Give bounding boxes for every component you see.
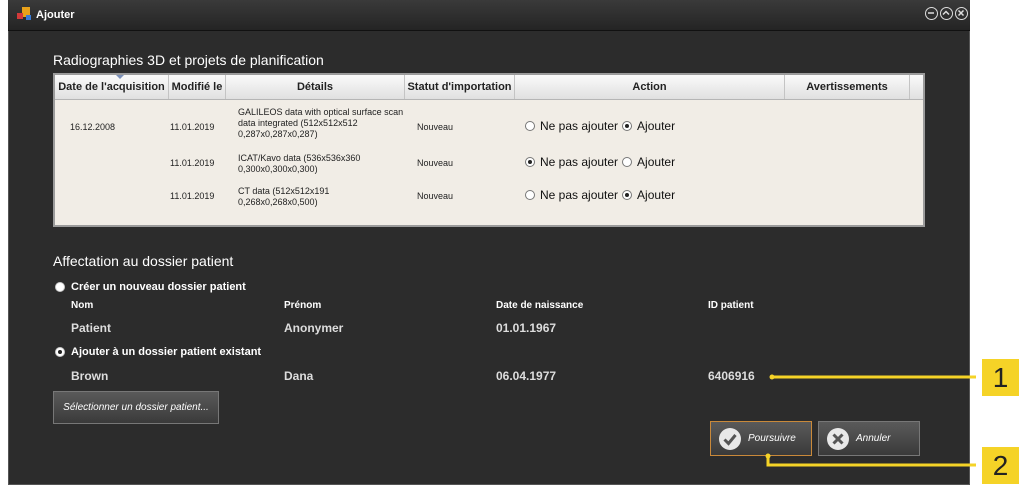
callout-2: 2 xyxy=(982,447,1019,484)
callout-1: 1 xyxy=(982,359,1019,396)
callout-lines xyxy=(765,374,976,467)
